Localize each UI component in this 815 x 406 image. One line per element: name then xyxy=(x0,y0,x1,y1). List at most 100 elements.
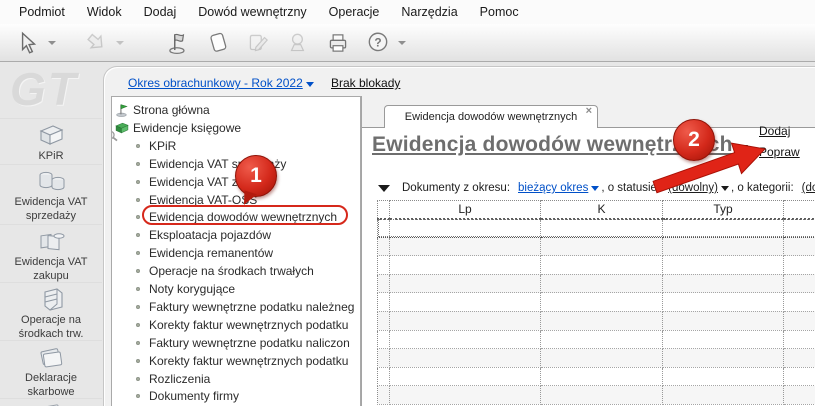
menu-pomoc[interactable]: Pomoc xyxy=(469,0,530,24)
select-caret-icon[interactable] xyxy=(48,40,56,45)
tree-item-label: Faktury wewnętrzne podatku należneg xyxy=(149,299,355,314)
tree-item-label: Korekty faktur wewnętrznych podatku xyxy=(149,317,349,332)
column-header-lp[interactable]: Lp xyxy=(389,200,541,220)
print-button[interactable] xyxy=(318,26,358,60)
menu-operacje[interactable]: Operacje xyxy=(318,0,391,24)
content-panel: Ewidencja dowodów wewnętrznych × Ewidenc… xyxy=(361,96,815,406)
sidebar-item-ewidencja-vat-sprzedazy[interactable]: Ewidencja VAT sprzedaży xyxy=(0,164,102,222)
edit-pencil-icon xyxy=(249,34,269,51)
help-caret-icon[interactable] xyxy=(398,40,406,45)
tree-item-ewidencje-ksiegowe[interactable]: Ewidencje księgowe xyxy=(112,119,360,137)
period-filter-caret-icon[interactable] xyxy=(591,185,600,191)
menu-bar: Podmiot Widok Dodaj Dowód wewnętrzny Ope… xyxy=(0,0,815,24)
lock-status-link[interactable]: Brak blokady xyxy=(331,76,400,90)
tree-item-korekty-faktur-naleznego[interactable]: Korekty faktur wewnętrznych podatku xyxy=(112,316,360,334)
sidebar-label: środkach trw. xyxy=(18,328,84,340)
table-row[interactable] xyxy=(377,385,815,405)
tree-item-ewidencja-vat-zakupu[interactable]: Ewidencja VAT zakupu xyxy=(112,173,360,191)
filter-dropdown-icon[interactable] xyxy=(378,184,390,192)
menu-widok[interactable]: Widok xyxy=(76,0,133,24)
main-card: Okres obrachunkowy - Rok 2022 Brak bloka… xyxy=(103,66,815,406)
send-caret-icon[interactable] xyxy=(116,40,124,45)
edit-button[interactable] xyxy=(238,26,278,60)
sidebar-label: Operacje na xyxy=(21,314,81,326)
help-button[interactable]: ? xyxy=(358,26,398,60)
column-header-typ[interactable]: Typ xyxy=(662,200,784,220)
status-filter-caret-icon[interactable] xyxy=(721,185,729,191)
sidebar-label: Ewidencja VAT xyxy=(14,256,88,268)
panel-pin-icon[interactable] xyxy=(112,129,120,145)
column-header-extra[interactable] xyxy=(783,200,815,220)
tree-item-strona-glowna[interactable]: Strona główna xyxy=(112,101,360,119)
bullet-icon xyxy=(136,197,140,202)
period-caret-icon xyxy=(305,82,314,87)
menu-dowod-wewnetrzny[interactable]: Dowód wewnętrzny xyxy=(187,0,317,24)
bullet-icon xyxy=(136,322,140,327)
tree-item-noty-korygujace[interactable]: Noty korygujące xyxy=(112,280,360,298)
sidebar-item-deklaracje-skarbowe[interactable]: Deklaracje skarbowe xyxy=(0,340,102,398)
sidebar-item-kpir[interactable]: KPiR xyxy=(0,118,102,162)
tree-item-label: Faktury wewnętrzne podatku naliczon xyxy=(149,335,350,350)
sidebar-item-ewidencja-vat-zakupu[interactable]: Ewidencja VAT zakupu xyxy=(0,224,102,282)
bullet-icon xyxy=(136,215,140,220)
table-row[interactable] xyxy=(377,292,815,312)
tree-item-kpir[interactable]: KPiR xyxy=(112,137,360,155)
table-row[interactable] xyxy=(377,255,815,275)
sidebar-label: Deklaracje xyxy=(25,372,77,384)
tree-item-eksploatacja-pojazdow[interactable]: Eksploatacja pojazdów xyxy=(112,226,360,244)
column-header-marker[interactable] xyxy=(377,200,390,220)
tree-item-ewidencja-vat-sprzedazy[interactable]: Ewidencja VAT sprzedaży xyxy=(112,155,360,173)
tab-close-icon[interactable]: × xyxy=(586,105,592,117)
tree-item-faktury-wewnetrzne-naleznego[interactable]: Faktury wewnętrzne podatku należneg xyxy=(112,298,360,316)
send-button[interactable] xyxy=(76,26,116,60)
category-filter-label: , o kategorii: xyxy=(731,182,794,194)
tree-item-label: Korekty faktur wewnętrznych podatku xyxy=(149,353,349,368)
tree-item-ewidencja-vat-oss[interactable]: Ewidencja VAT-OSS xyxy=(112,191,360,209)
bullet-icon xyxy=(136,340,140,345)
table-row[interactable] xyxy=(377,367,815,387)
menu-podmiot[interactable]: Podmiot xyxy=(8,0,76,24)
toolbar: ? xyxy=(0,24,815,62)
menu-narzedzia[interactable]: Narzędzia xyxy=(390,0,468,24)
tab-ewidencja-dowodow-wewnetrznych[interactable]: Ewidencja dowodów wewnętrznych × xyxy=(384,105,598,129)
page-title[interactable]: Ewidencja dowodów wewnętrznych xyxy=(372,133,748,157)
menu-dodaj[interactable]: Dodaj xyxy=(133,0,188,24)
column-header-k[interactable]: K xyxy=(540,200,663,220)
tree-item-dokumenty-firmy[interactable]: Dokumenty firmy xyxy=(112,387,360,405)
new-document-button[interactable] xyxy=(198,26,238,60)
tree-item-operacje-na-srodkach-trwalych[interactable]: Operacje na środkach trwałych xyxy=(112,262,360,280)
sidebar-item-partial[interactable] xyxy=(0,398,102,406)
table-row[interactable] xyxy=(377,218,815,238)
tree-item-rozliczenia[interactable]: Rozliczenia xyxy=(112,370,360,388)
tree-item-ewidencja-dowodow-wewnetrznych[interactable]: Ewidencja dowodów wewnętrznych xyxy=(112,208,360,226)
tree-item-label: Eksploatacja pojazdów xyxy=(149,228,272,243)
table-row[interactable] xyxy=(377,330,815,350)
popraw-link[interactable]: Popraw xyxy=(759,145,800,159)
tree-item-faktury-wewnetrzne-naliczonego[interactable]: Faktury wewnętrzne podatku naliczon xyxy=(112,334,360,352)
table-row[interactable] xyxy=(377,311,815,331)
stamp-button[interactable] xyxy=(278,26,318,60)
status-filter-value[interactable]: (dowolny) xyxy=(668,182,718,194)
bullet-icon xyxy=(136,376,140,381)
new-document-icon xyxy=(210,32,227,52)
table-row[interactable] xyxy=(377,274,815,294)
flag-button[interactable] xyxy=(158,26,198,60)
tree-item-korekty-faktur-naliczonego[interactable]: Korekty faktur wewnętrznych podatku xyxy=(112,352,360,370)
table-row[interactable] xyxy=(377,348,815,368)
tree-item-ewidencja-remanentow[interactable]: Ewidencja remanentów xyxy=(112,244,360,262)
select-button[interactable] xyxy=(8,26,48,60)
sidebar-item-operacje-na-srodkach[interactable]: Operacje na środkach trw. xyxy=(0,282,102,340)
tree-item-label: Ewidencje księgowe xyxy=(133,120,242,135)
tree-item-label: Ewidencja VAT sprzedaży xyxy=(149,156,287,171)
title-dropdown-icon[interactable] xyxy=(737,145,748,151)
period-filter-value[interactable]: bieżący okres xyxy=(518,182,588,194)
dodaj-link[interactable]: Dodaj xyxy=(759,124,800,138)
sidebar-label: KPiR xyxy=(38,150,64,162)
category-filter-value[interactable]: (dowolna) xyxy=(802,182,815,194)
accounting-period-link[interactable]: Okres obrachunkowy - Rok 2022 xyxy=(128,76,314,90)
tree-item-label: KPiR xyxy=(149,138,177,153)
bullet-icon xyxy=(136,304,140,309)
tree-item-label: Ewidencja remanentów xyxy=(149,246,274,261)
fixed-assets-cabinet-icon xyxy=(44,288,63,311)
table-row[interactable] xyxy=(377,237,815,257)
